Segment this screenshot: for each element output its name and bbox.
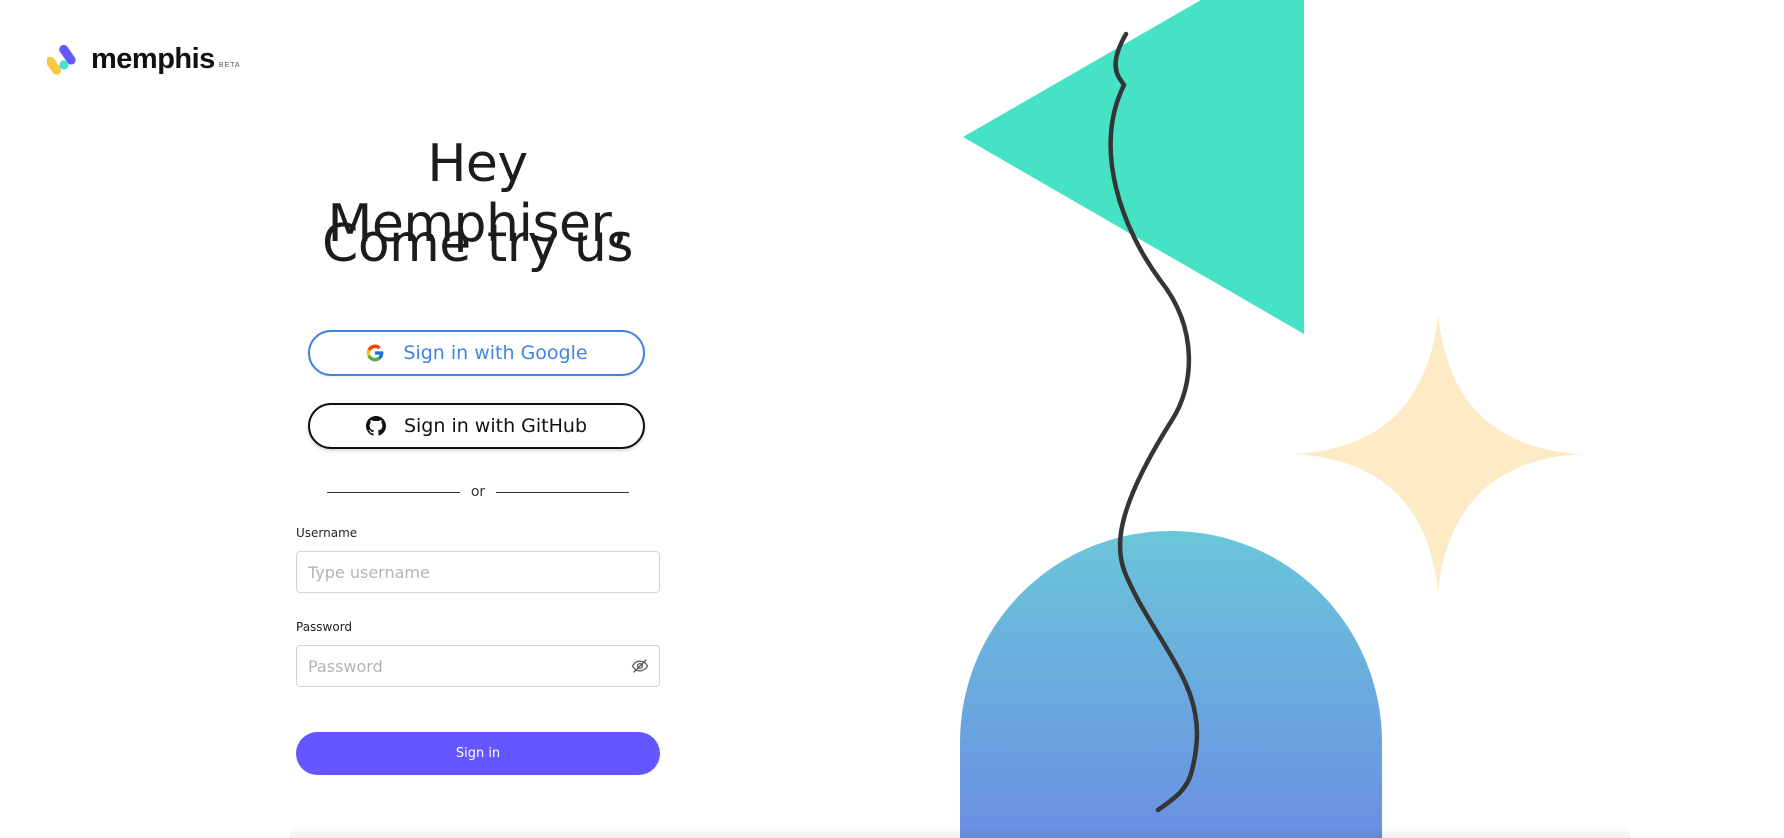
memphis-logo-icon [45,42,87,76]
cream-sparkle-shape [1294,315,1582,592]
or-divider: or [327,482,630,502]
github-icon [365,416,386,436]
password-label: Password [296,620,353,634]
divider-text: or [470,484,486,500]
divider-line-right [496,491,630,493]
google-icon [365,343,385,363]
username-label: Username [296,526,358,540]
beta-badge: BETA [218,61,241,69]
username-input[interactable] [296,551,660,593]
github-signin-button[interactable]: Sign in with GitHub [308,403,645,449]
decorative-artwork [960,0,1582,838]
github-signin-label: Sign in with GitHub [403,415,588,437]
google-signin-label: Sign in with Google [403,342,588,364]
memphis-logo: memphis BETA [45,42,241,76]
eye-off-icon[interactable] [631,657,649,675]
logo-wordmark: memphis [91,42,215,75]
hero-title-line-2: Come try us [322,214,633,274]
bottom-panel-shadow [290,826,1630,838]
wavy-line-shape [1108,31,1200,813]
password-input[interactable] [296,645,660,687]
divider-line-left [327,491,460,493]
teal-triangle-shape [963,0,1304,334]
blue-arch-shape [960,531,1382,838]
sign-in-button[interactable]: Sign in [296,732,660,775]
google-signin-button[interactable]: Sign in with Google [308,330,645,376]
